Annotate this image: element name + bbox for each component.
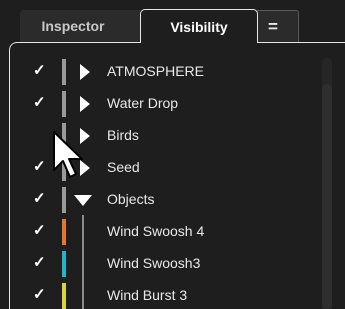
track-color-bar (62, 187, 66, 213)
track-row[interactable]: ✓ Wind Swoosh3 (0, 248, 320, 280)
track-name: Wind Burst 3 (107, 287, 188, 303)
visibility-checkbox[interactable]: ✓ (33, 190, 49, 208)
visibility-checkbox[interactable]: ✓ (33, 254, 49, 272)
folder-tree-line (82, 215, 84, 309)
track-name: Birds (107, 127, 139, 143)
panel-menu-button[interactable]: = (257, 10, 299, 42)
visibility-panel-window: Inspector Visibility = ✓ ATMOSPHERE ✓ Water… (0, 0, 345, 309)
chevron-right-icon[interactable] (80, 64, 90, 80)
visibility-checkbox[interactable]: ✓ (33, 62, 49, 80)
track-row[interactable]: ✓ Water Drop (0, 88, 320, 120)
track-row[interactable]: ✓ Wind Swoosh 4 (0, 216, 320, 248)
track-color-bar (62, 59, 66, 85)
track-row[interactable]: ✓ Objects (0, 184, 320, 216)
scrollbar-thumb[interactable] (322, 84, 332, 309)
track-name: Wind Swoosh 4 (107, 223, 205, 239)
track-row[interactable]: ✓ Wind Burst 3 (0, 280, 320, 309)
visibility-checkbox[interactable]: ✓ (33, 222, 49, 240)
track-color-bar (62, 283, 66, 309)
track-row[interactable]: ✓ ATMOSPHERE (0, 56, 320, 88)
track-row[interactable]: ✓ Seed (0, 152, 320, 184)
menu-icon: = (268, 16, 278, 36)
track-name: Wind Swoosh3 (107, 255, 201, 271)
visibility-checkbox[interactable]: ✓ (33, 286, 49, 304)
tab-bar: Inspector Visibility = (0, 0, 345, 43)
tab-inspector-label: Inspector (41, 18, 105, 34)
track-color-bar (62, 219, 66, 245)
track-row[interactable]: Birds (0, 120, 320, 152)
mouse-pointer-icon (53, 131, 83, 178)
tab-inspector[interactable]: Inspector (20, 10, 142, 42)
tab-visibility-label: Visibility (170, 18, 228, 35)
tab-visibility[interactable]: Visibility (140, 9, 258, 43)
visibility-checkbox[interactable]: ✓ (33, 158, 49, 176)
track-name: Water Drop (107, 95, 179, 111)
chevron-down-icon[interactable] (74, 195, 92, 206)
track-name: ATMOSPHERE (107, 63, 204, 79)
track-name: Objects (107, 191, 155, 207)
track-color-bar (62, 91, 66, 117)
track-color-bar (62, 251, 66, 277)
chevron-right-icon[interactable] (80, 96, 90, 112)
visibility-checkbox[interactable]: ✓ (33, 94, 49, 112)
visibility-checkbox[interactable] (33, 126, 49, 144)
track-name: Seed (107, 159, 140, 175)
